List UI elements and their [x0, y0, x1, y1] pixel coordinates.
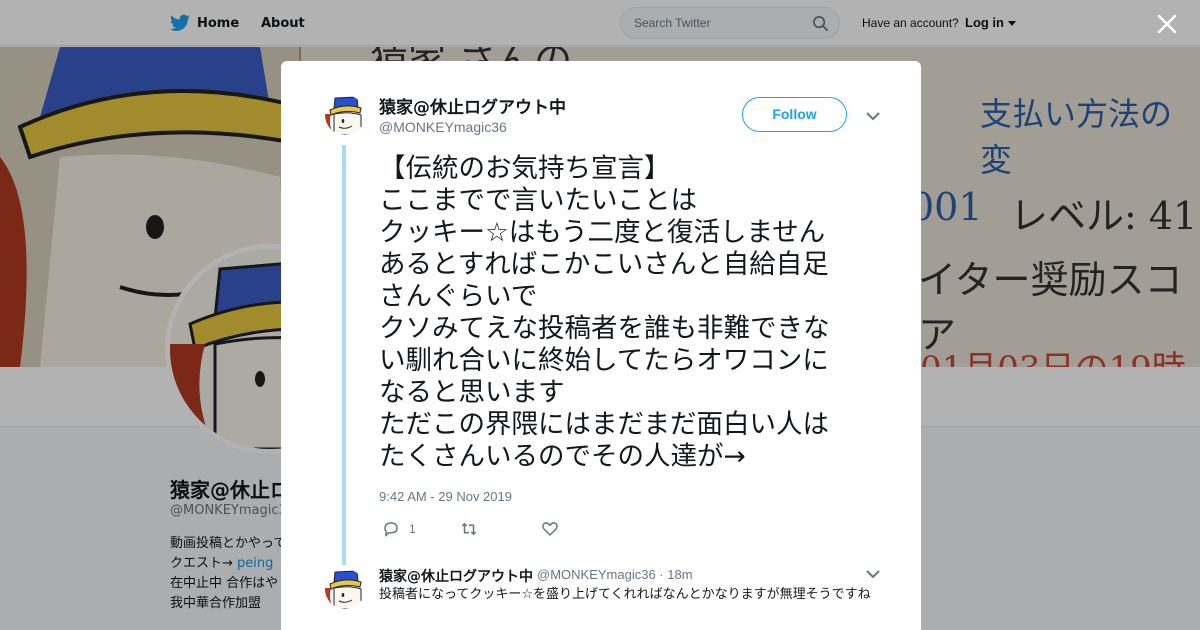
reply-icon — [384, 522, 398, 537]
avatar-illustration — [325, 569, 365, 609]
follow-button[interactable]: Follow — [742, 97, 847, 132]
tweet-author-avatar[interactable] — [325, 95, 365, 135]
tweet-author-handle[interactable]: @MONKEYmagic36 — [379, 119, 507, 135]
tweet-author-name[interactable]: 猿家@休止ログアウト中 — [379, 93, 566, 118]
heart-icon — [542, 522, 558, 536]
reply-count: 1 — [409, 522, 416, 536]
reply-author-name[interactable]: 猿家@休止ログアウト中 — [379, 566, 533, 586]
like-action[interactable] — [541, 520, 568, 538]
reply-action[interactable]: 1 — [382, 520, 416, 538]
avatar-illustration — [325, 95, 365, 135]
thread-connector-line — [342, 145, 346, 565]
chevron-down-icon[interactable] — [866, 569, 880, 579]
close-icon[interactable] — [1155, 12, 1179, 36]
reply-meta[interactable]: @MONKEYmagic36 · 18m — [537, 567, 693, 582]
reply-author-avatar[interactable] — [325, 569, 365, 609]
retweet-icon — [461, 522, 477, 536]
tweet-modal: 猿家@休止ログアウト中 @MONKEYmagic36 Follow 【伝統のお気… — [281, 61, 921, 630]
tweet-timestamp[interactable]: 9:42 AM - 29 Nov 2019 — [379, 489, 512, 504]
retweet-action[interactable] — [460, 520, 487, 538]
reply-text: 投稿者になってクッキー☆を盛り上げてくれればなんとかなりますが無理そうですね — [379, 587, 871, 602]
chevron-down-icon[interactable] — [866, 111, 880, 121]
tweet-text: 【伝統のお気持ち宣言】 ここまでで言いたいことは クッキー☆はもう二度と復活しま… — [379, 153, 830, 472]
